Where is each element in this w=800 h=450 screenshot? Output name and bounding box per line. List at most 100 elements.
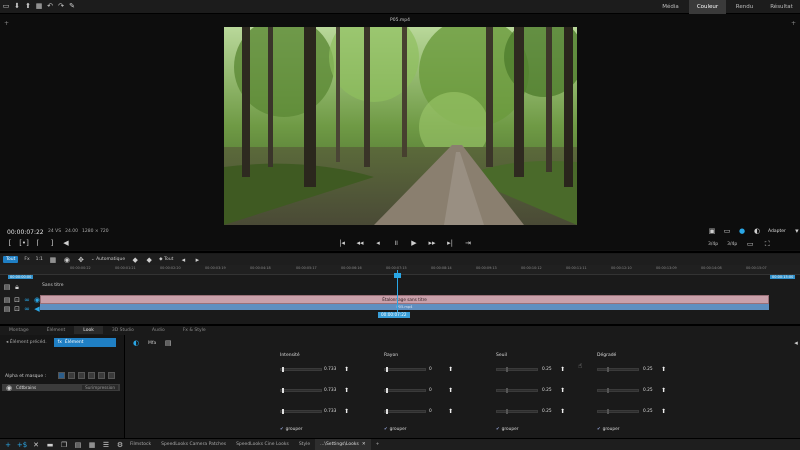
preset-tab-filmstock[interactable]: Filmstock: [125, 439, 156, 450]
mask-clear-icon[interactable]: [108, 372, 115, 379]
grid-icon[interactable]: ▦: [35, 2, 43, 10]
mask-gradient-icon[interactable]: [98, 372, 105, 379]
tab-element[interactable]: Élément: [38, 326, 75, 334]
move-icon[interactable]: ✥: [77, 256, 85, 264]
preset-tab-style[interactable]: Style: [294, 439, 315, 450]
threshold-slider-1[interactable]: 0.25 ⬆: [496, 366, 568, 373]
split-view-icon[interactable]: ▣: [708, 227, 716, 235]
tab-look[interactable]: Look: [74, 326, 103, 334]
undo-icon[interactable]: ↶: [46, 2, 54, 10]
intensity-slider-3[interactable]: 0.733 ⬆: [280, 408, 352, 415]
folder-icon[interactable]: ▬: [46, 441, 54, 449]
mark-in-icon[interactable]: [: [6, 239, 14, 247]
tab-couleur[interactable]: Couleur: [689, 0, 726, 14]
threshold-slider-3[interactable]: 0.25 ⬆: [496, 408, 568, 415]
radius-slider-3[interactable]: 0 ⬆: [384, 408, 456, 415]
lock-icon[interactable]: ⊡: [13, 305, 21, 313]
gradient-slider-2[interactable]: 0.25 ⬆: [597, 387, 669, 394]
lock-icon[interactable]: 🔒︎: [13, 283, 21, 291]
radius-slider-2[interactable]: 0 ⬆: [384, 387, 456, 394]
mask-ellipse-icon[interactable]: [78, 372, 85, 379]
threshold-group-checkbox[interactable]: ✔ grouper: [496, 427, 519, 432]
ratio-a[interactable]: 3/4p: [708, 242, 718, 247]
add-icon-right[interactable]: +: [791, 20, 796, 27]
new-project-icon[interactable]: ▭: [2, 2, 10, 10]
audio-track-icon[interactable]: ▤: [3, 305, 11, 313]
all-keyframes-button[interactable]: ◆ Tout: [159, 257, 173, 262]
overlay-icon[interactable]: ◐: [753, 227, 761, 235]
monitor-icon[interactable]: ▭: [746, 240, 754, 248]
color-icon[interactable]: ◉: [63, 256, 71, 264]
chevron-down-icon[interactable]: ▾: [793, 227, 800, 235]
preset-tab-settings-looks[interactable]: ...\Settings\Looks ✕: [315, 438, 371, 450]
timeline-clip-media[interactable]: P05.mp4: [40, 304, 769, 310]
one-to-one-button[interactable]: 1:1: [36, 257, 43, 262]
mark-out-icon[interactable]: ]: [48, 239, 56, 247]
keyframe-icon[interactable]: ◆: [145, 256, 153, 264]
preset-tab-camera-patches[interactable]: SpeedLooks Camera Patches: [156, 439, 231, 450]
safe-area-icon[interactable]: ▭: [723, 227, 731, 235]
tab-3d-studio[interactable]: 3D Studio: [103, 326, 143, 334]
intensity-slider-1[interactable]: 0.733 ⬆: [280, 366, 352, 373]
gradient-slider-3[interactable]: 0.25 ⬆: [597, 408, 669, 415]
link-icon[interactable]: ∞: [23, 296, 31, 304]
tab-fx-style[interactable]: Fx & Style: [174, 326, 215, 334]
paste-icon[interactable]: ▤: [74, 441, 82, 449]
volume-icon[interactable]: ◀: [62, 239, 70, 247]
timeline-clip[interactable]: Étalonnage sans titre: [40, 295, 769, 304]
auto-dropdown[interactable]: ⌄ Automatique: [91, 257, 125, 262]
delete-icon[interactable]: ✕: [32, 441, 40, 449]
add-icon[interactable]: +: [4, 441, 12, 449]
color-picker-icon[interactable]: ●: [738, 227, 746, 235]
wrench-icon[interactable]: ✎: [68, 2, 76, 10]
eye-icon[interactable]: ◉: [5, 384, 13, 392]
film-strip-icon[interactable]: ▤: [164, 339, 172, 347]
settings-icon[interactable]: ⚙: [116, 441, 124, 449]
fx-button[interactable]: Fx: [24, 257, 29, 262]
zoom-select[interactable]: Adapter: [768, 229, 786, 234]
tab-resultat[interactable]: Résultat: [763, 0, 800, 14]
mark-clip-icon[interactable]: ⌈: [34, 239, 42, 247]
playhead-handle[interactable]: [394, 273, 401, 278]
radius-slider-1[interactable]: 0 ⬆: [384, 366, 456, 373]
list-view-icon[interactable]: ☰: [102, 441, 110, 449]
film-icon[interactable]: ▤: [3, 296, 11, 304]
prev-frame-icon[interactable]: ◂◂: [356, 239, 364, 247]
save-icon[interactable]: ⬇: [13, 2, 21, 10]
film-icon[interactable]: ▤: [3, 283, 11, 291]
tab-media[interactable]: Média: [652, 0, 689, 14]
add-icon[interactable]: +: [4, 20, 9, 27]
previous-element-button[interactable]: ◂ Élément précéd.: [2, 338, 51, 347]
filter-all-button[interactable]: Tout: [3, 256, 19, 263]
panel-menu-icon[interactable]: ◂: [792, 339, 800, 347]
blend-mode-select[interactable]: Surimpression: [82, 385, 118, 390]
mask-rect-icon[interactable]: [68, 372, 75, 379]
lock-icon[interactable]: ⊡: [13, 296, 21, 304]
radius-group-checkbox[interactable]: ✔ grouper: [384, 427, 407, 432]
redo-icon[interactable]: ↷: [57, 2, 65, 10]
add-style-icon[interactable]: +$: [17, 441, 27, 449]
close-tab-icon[interactable]: ✕: [362, 442, 366, 447]
next-frame-icon[interactable]: ▸▸: [428, 239, 436, 247]
pause-icon[interactable]: ॥: [392, 239, 400, 247]
link-icon[interactable]: ∞: [23, 305, 31, 313]
mask-invert-icon[interactable]: [88, 372, 95, 379]
fullscreen-icon[interactable]: ⛶: [763, 240, 771, 248]
add-tab-button[interactable]: +: [371, 439, 385, 450]
tab-audio[interactable]: Audio: [143, 326, 174, 334]
color-wheel-icon[interactable]: ◐: [132, 339, 140, 347]
next-key-icon[interactable]: ▸: [193, 256, 201, 264]
tab-montage[interactable]: Montage: [0, 326, 38, 334]
go-end-icon[interactable]: ▸|: [446, 239, 454, 247]
intensity-slider-2[interactable]: 0.733 ⬆: [280, 387, 352, 394]
layer-row[interactable]: ◉ Cdtbrains Surimpression: [2, 384, 120, 392]
go-start-icon[interactable]: |◂: [338, 239, 346, 247]
marker-icon[interactable]: ◆: [131, 256, 139, 264]
prev-key-icon[interactable]: ◂: [179, 256, 187, 264]
ratio-b[interactable]: 3/4p: [727, 242, 737, 247]
loop-icon[interactable]: ⇥: [464, 239, 472, 247]
threshold-slider-2[interactable]: 0.25 ⬆: [496, 387, 568, 394]
mark-range-icon[interactable]: [•]: [19, 239, 29, 247]
play-icon[interactable]: ▶: [410, 239, 418, 247]
mask-shape-icon[interactable]: [58, 372, 65, 379]
